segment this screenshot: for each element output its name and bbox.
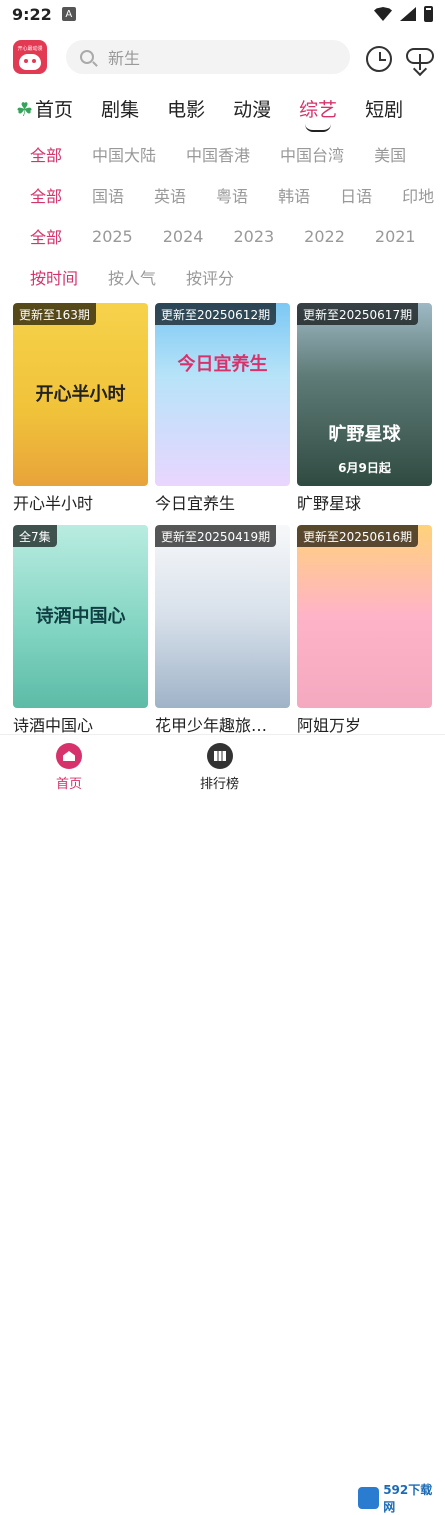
status-bar: 9:22 A [0, 0, 445, 28]
logo-face-icon [19, 53, 41, 70]
watermark-logo: 592下载网 [358, 1483, 442, 1514]
nav-rank-label: 排行榜 [200, 777, 240, 792]
filter-language: 全部 国语 英语 粤语 韩语 日语 印地 [0, 180, 445, 210]
poster-title: 开心半小时 [35, 384, 126, 405]
filter-option[interactable]: 韩语 [278, 183, 310, 207]
card-title: 阿姐万岁 [297, 716, 362, 735]
filter-option[interactable]: 全部 [30, 183, 62, 207]
episode-badge: 更新至20250617期 [297, 303, 419, 325]
filter-option[interactable]: 2024 [163, 227, 204, 246]
ranking-icon [206, 743, 233, 769]
show-card[interactable]: 更新至20250616期 阿姐万岁 [297, 525, 432, 736]
bottom-navigation: 首页 排行榜 592下载网 [0, 734, 445, 1514]
sort-option[interactable]: 按时间 [30, 265, 79, 289]
watermark-text: 592下载网 [383, 1483, 433, 1514]
card-title: 诗酒中国心 [13, 716, 94, 735]
app-logo[interactable]: 开心最动漫 [13, 40, 47, 74]
show-card[interactable]: 全7集 诗酒中国心 诗酒中国心 [13, 525, 148, 736]
show-card[interactable]: 更新至163期 开心半小时 开心半小时 [13, 303, 148, 514]
card-title: 花甲少年趣旅… [155, 716, 268, 735]
nav-home-label: 首页 [56, 777, 83, 792]
search-input[interactable]: 新生 [66, 40, 350, 74]
poster-title: 旷野星球 [328, 424, 401, 445]
filter-option[interactable]: 全部 [30, 224, 62, 248]
search-placeholder: 新生 [108, 49, 141, 68]
poster-title: 诗酒中国心 [35, 606, 126, 627]
tab-variety[interactable]: 综艺 [299, 95, 337, 132]
card-title: 旷野星球 [297, 494, 362, 513]
poster-image: 更新至20250616期 [297, 525, 432, 708]
nav-rank[interactable]: 排行榜 [200, 743, 239, 792]
battery-icon [424, 6, 433, 22]
poster-image: 更新至163期 开心半小时 [13, 303, 148, 486]
poster-image: 更新至20250617期 旷野星球 6月9日起 [297, 303, 432, 486]
search-icon [80, 50, 94, 64]
top-bar: 开心最动漫 新生 [0, 36, 445, 82]
filter-year: 全部 2025 2024 2023 2022 2021 20 [0, 221, 445, 251]
poster-subtitle: 6月9日起 [338, 461, 391, 475]
filter-option[interactable]: 2023 [233, 227, 274, 246]
filter-option[interactable]: 2022 [304, 227, 345, 246]
filter-option[interactable]: 印地 [402, 183, 434, 207]
watermark-icon [358, 1487, 380, 1509]
poster-image: 更新至20250419期 [155, 525, 290, 708]
tab-short-drama[interactable]: 短剧 [365, 95, 403, 122]
show-card[interactable]: 更新至20250617期 旷野星球 6月9日起 旷野星球 [297, 303, 432, 514]
show-card[interactable]: 更新至20250612期 今日宜养生 今日宜养生 [155, 303, 290, 514]
filter-option[interactable]: 2021 [375, 227, 416, 246]
card-title: 开心半小时 [13, 494, 94, 513]
episode-badge: 更新至163期 [13, 303, 96, 325]
filter-sort: 按时间 按人气 按评分 [0, 262, 445, 292]
sort-option[interactable]: 按人气 [108, 265, 156, 289]
filter-option[interactable]: 日语 [340, 183, 372, 207]
wifi-icon [374, 7, 392, 21]
filter-option[interactable]: 中国大陆 [92, 142, 156, 166]
download-icon[interactable] [406, 44, 434, 77]
filter-option[interactable]: 全部 [30, 142, 62, 166]
filter-option[interactable]: 国语 [92, 183, 124, 207]
status-time: 9:22 [12, 4, 52, 24]
nav-home[interactable]: 首页 [56, 743, 82, 792]
tab-anime[interactable]: 动漫 [233, 95, 271, 122]
filter-option[interactable]: 粤语 [216, 183, 248, 207]
logo-text: 开心最动漫 [17, 45, 43, 52]
poster-title: 今日宜养生 [177, 354, 268, 375]
filter-option[interactable]: 英语 [154, 183, 186, 207]
episode-badge: 全7集 [13, 525, 57, 547]
history-clock-icon[interactable] [366, 46, 392, 72]
poster-image: 全7集 诗酒中国心 [13, 525, 148, 708]
tab-home[interactable]: ☘ 首页 [16, 95, 73, 122]
episode-badge: 更新至20250419期 [155, 525, 277, 547]
filter-option[interactable]: 2025 [92, 227, 133, 246]
home-icon [56, 743, 82, 769]
poster-image: 更新至20250612期 今日宜养生 [155, 303, 290, 486]
tab-movies[interactable]: 电影 [167, 95, 205, 122]
filter-region: 全部 中国大陆 中国香港 中国台湾 美国 [0, 139, 445, 169]
filter-option[interactable]: 中国台湾 [280, 142, 344, 166]
category-tabs: ☘ 首页 剧集 电影 动漫 综艺 短剧 [0, 88, 445, 132]
sort-option[interactable]: 按评分 [186, 265, 234, 289]
card-title: 今日宜养生 [155, 494, 236, 513]
episode-badge: 更新至20250612期 [155, 303, 277, 325]
filter-option[interactable]: 美国 [374, 142, 406, 166]
clover-icon: ☘ [16, 98, 34, 121]
episode-badge: 更新至20250616期 [297, 525, 419, 547]
status-icons [374, 6, 433, 22]
show-card[interactable]: 更新至20250419期 花甲少年趣旅… [155, 525, 290, 736]
filter-option[interactable]: 中国香港 [186, 142, 250, 166]
signal-icon [400, 7, 416, 21]
notification-icon: A [61, 7, 76, 21]
tab-series[interactable]: 剧集 [101, 95, 139, 122]
